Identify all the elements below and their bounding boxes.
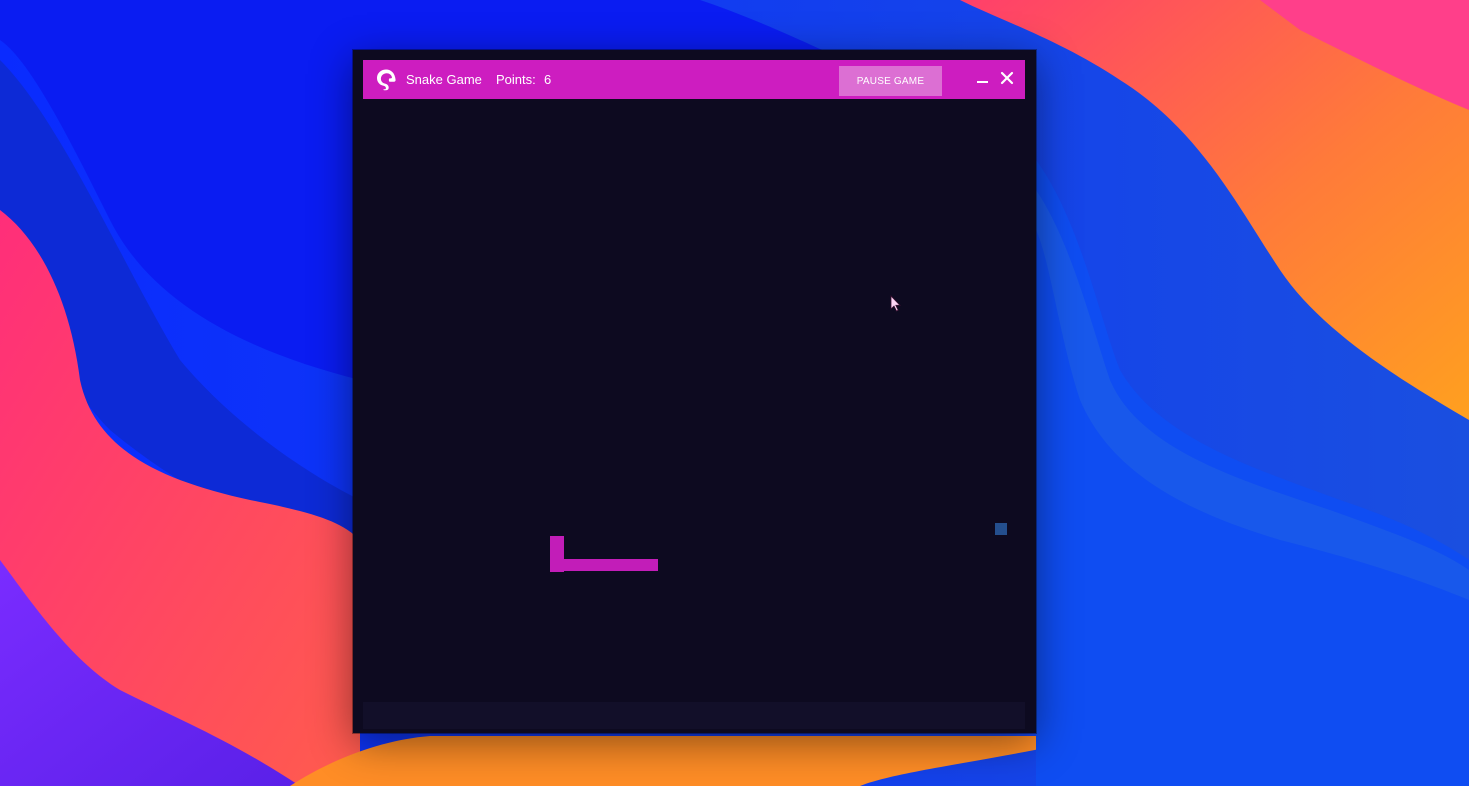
- mouse-cursor-icon: [890, 295, 901, 312]
- desktop: Snake Game Points: 6 PAUSE GAME: [0, 0, 1469, 786]
- points-label: Points:: [496, 72, 536, 87]
- points-value: 6: [544, 72, 552, 87]
- snake-segment: [550, 559, 658, 571]
- minimize-icon: [977, 81, 988, 83]
- minimize-button[interactable]: [973, 70, 991, 88]
- snake-logo-icon: [377, 69, 396, 91]
- game-board[interactable]: [363, 99, 1025, 702]
- bottom-bar: [363, 702, 1025, 729]
- game-window: Snake Game Points: 6 PAUSE GAME: [353, 50, 1036, 733]
- pause-game-button[interactable]: PAUSE GAME: [839, 66, 942, 96]
- food-pellet: [995, 523, 1007, 535]
- title-bar[interactable]: Snake Game Points: 6 PAUSE GAME: [363, 60, 1025, 99]
- app-title: Snake Game: [406, 72, 482, 87]
- close-icon[interactable]: [998, 69, 1016, 87]
